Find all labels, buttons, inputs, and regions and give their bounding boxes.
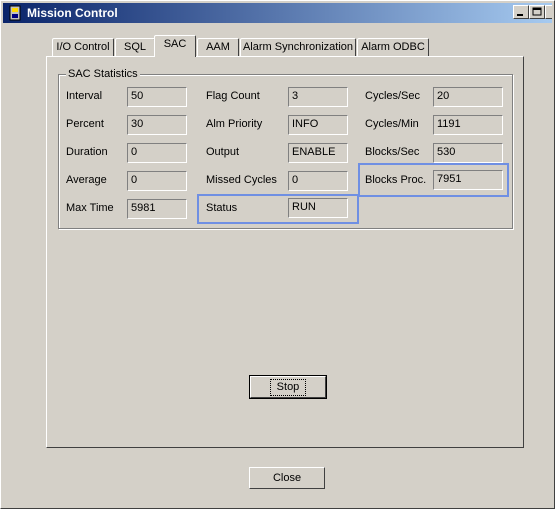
blocks-sec-label: Blocks/Sec — [365, 146, 420, 158]
close-button-label: Close — [272, 471, 302, 484]
cycles-min-field: 1191 — [433, 115, 503, 135]
stop-button-label: Stop — [269, 378, 307, 396]
tab-aam[interactable]: AAM — [197, 38, 239, 56]
tab-label: AAM — [206, 41, 230, 53]
alm-priority-field: INFO — [288, 115, 348, 135]
flag-count-label: Flag Count — [206, 90, 260, 102]
mission-control-window: Mission Control I/O Control SQL SAC AAM … — [0, 0, 555, 509]
flag-count-field: 3 — [288, 87, 348, 107]
tab-label: Alarm Synchronization — [242, 41, 354, 53]
group-title: SAC Statistics — [66, 68, 140, 80]
percent-field: 30 — [127, 115, 187, 135]
tab-sql[interactable]: SQL — [115, 38, 155, 56]
output-field: ENABLE — [288, 143, 348, 163]
cycles-sec-label: Cycles/Sec — [365, 90, 421, 102]
tab-label: SAC — [163, 38, 187, 50]
cycles-min-label: Cycles/Min — [365, 118, 419, 130]
tab-label: SQL — [123, 41, 146, 53]
output-label: Output — [206, 146, 240, 158]
tab-sac[interactable]: SAC — [154, 35, 196, 57]
interval-field: 50 — [127, 87, 187, 107]
percent-label: Percent — [66, 118, 104, 130]
duration-label: Duration — [66, 146, 108, 158]
max-time-label: Max Time — [66, 202, 114, 214]
tab-label: I/O Control — [56, 41, 110, 53]
close-button[interactable]: Close — [249, 467, 325, 489]
window-title: Mission Control — [27, 6, 118, 20]
app-icon — [7, 5, 23, 21]
alm-priority-label: Alm Priority — [206, 118, 263, 130]
tab-label: Alarm ODBC — [361, 41, 425, 53]
close-window-button[interactable] — [545, 5, 552, 19]
blocks-proc-highlight-box — [358, 163, 509, 197]
average-field: 0 — [127, 171, 187, 191]
missed-cycles-label: Missed Cycles — [206, 174, 277, 186]
tab-alarm-odbc[interactable]: Alarm ODBC — [357, 38, 429, 56]
status-highlight-box — [197, 194, 359, 224]
minimize-button[interactable] — [513, 5, 529, 19]
stop-button[interactable]: Stop — [249, 375, 327, 399]
missed-cycles-field: 0 — [288, 171, 348, 191]
duration-field: 0 — [127, 143, 187, 163]
cycles-sec-field: 20 — [433, 87, 503, 107]
tab-io-control[interactable]: I/O Control — [52, 38, 114, 56]
max-time-field: 5981 — [127, 199, 187, 219]
interval-label: Interval — [66, 90, 103, 102]
tab-alarm-synchronization[interactable]: Alarm Synchronization — [240, 38, 356, 56]
title-bar[interactable]: Mission Control — [3, 3, 552, 23]
blocks-sec-field: 530 — [433, 143, 503, 163]
average-label: Average — [66, 174, 107, 186]
maximize-button[interactable] — [529, 5, 545, 19]
